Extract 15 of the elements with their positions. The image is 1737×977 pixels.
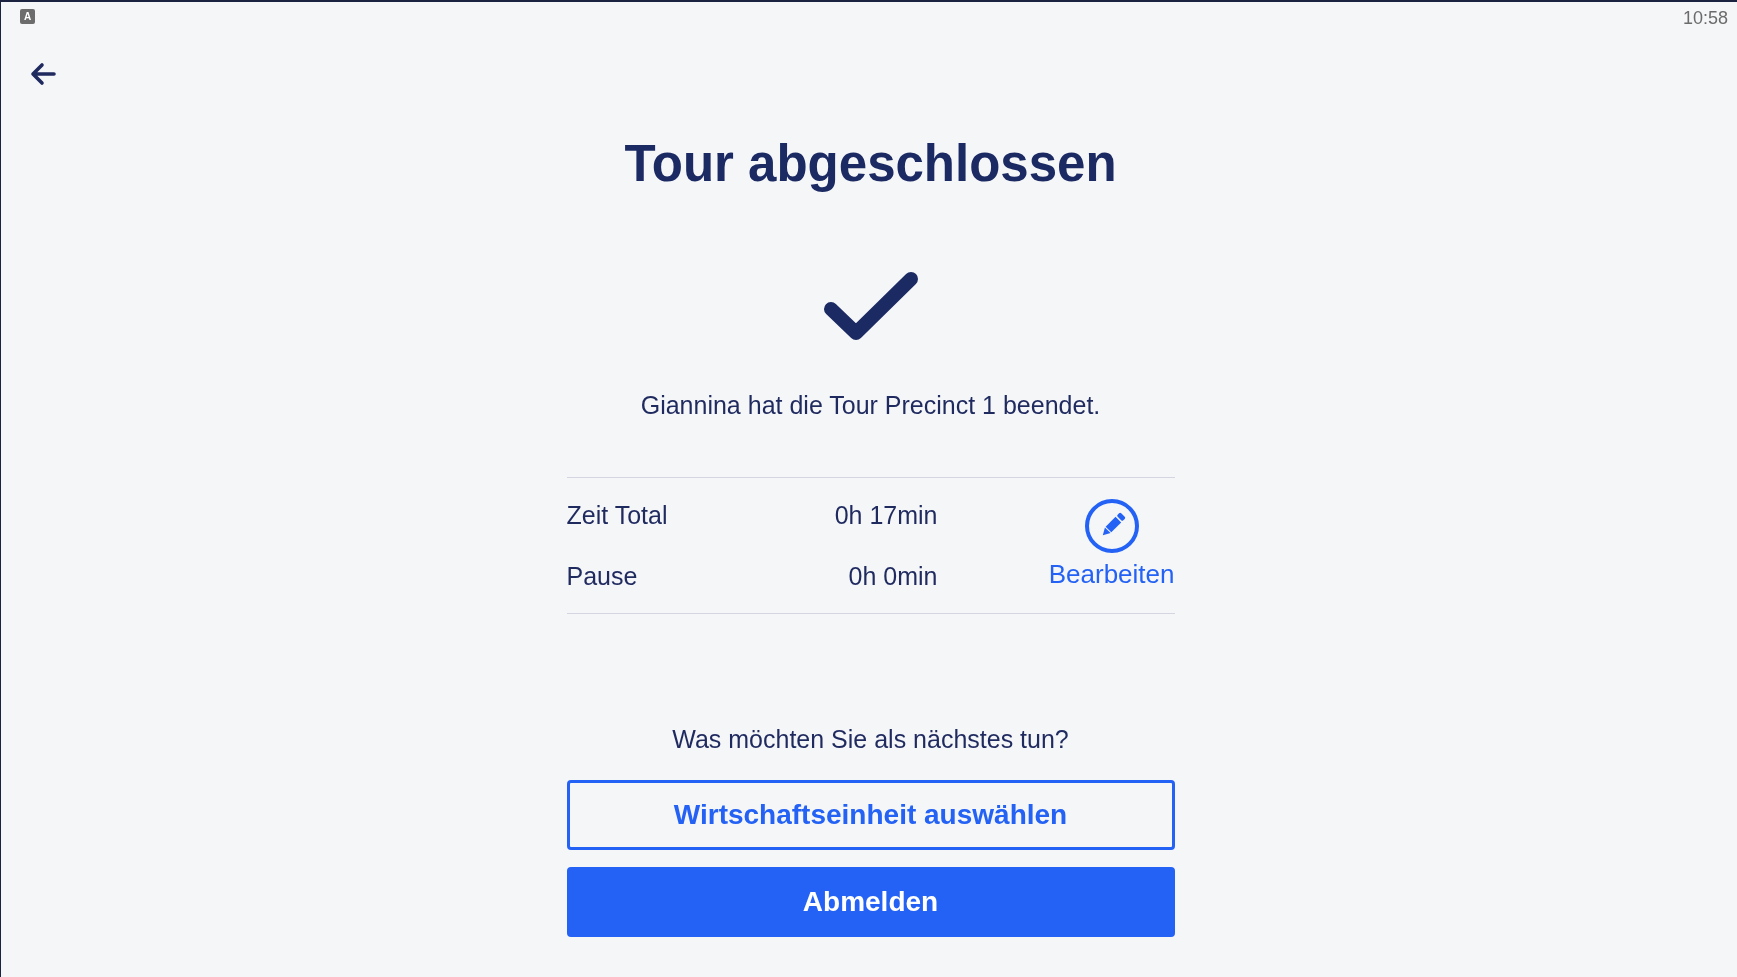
status-time: 10:58 [1682,7,1728,29]
select-unit-button[interactable]: Wirtschaftseinheit auswählen [566,780,1175,850]
checkmark-icon [822,271,919,341]
summary-label: Pause [566,561,638,591]
summary-value: 0h 0min [848,561,938,591]
summary-value: 0h 17min [834,500,938,530]
edit-button[interactable]: Bearbeiten [1048,499,1175,589]
logout-button[interactable]: Abmelden [566,867,1175,937]
page-title: Tour abgeschlossen [624,134,1117,194]
status-notification-icon: A [20,8,35,24]
back-arrow-icon [29,62,57,86]
completion-message: Giannina hat die Tour Precinct 1 beendet. [640,390,1101,420]
pencil-circle-icon [1084,499,1139,553]
next-step-question: Was möchten Sie als nächstes tun? [672,724,1069,754]
summary-label: Zeit Total [566,500,668,530]
